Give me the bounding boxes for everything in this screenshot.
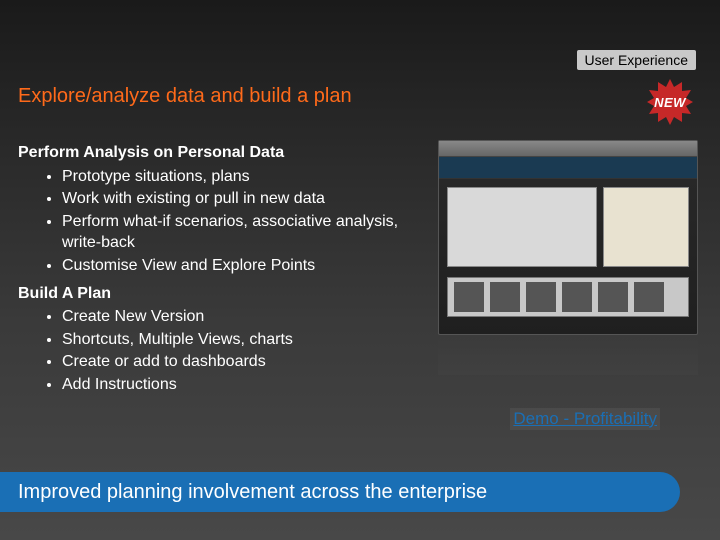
list-item: Create New Version	[62, 306, 418, 328]
list-item: Customise View and Explore Points	[62, 255, 418, 277]
list-item: Add Instructions	[62, 374, 418, 396]
analysis-list: Prototype situations, plans Work with ex…	[18, 166, 418, 277]
plan-heading: Build A Plan	[18, 283, 418, 305]
analysis-heading: Perform Analysis on Personal Data	[18, 142, 418, 164]
screenshot-titlebar	[439, 141, 697, 157]
slide-title: Explore/analyze data and build a plan	[18, 85, 352, 108]
footer-band: Improved planning involvement across the…	[0, 472, 680, 512]
screenshot-header	[439, 157, 697, 179]
screenshot-thumb	[490, 282, 520, 312]
screenshot-thumb	[562, 282, 592, 312]
list-item: Perform what-if scenarios, associative a…	[62, 211, 418, 254]
screenshot-pane-right	[603, 187, 689, 267]
list-item: Shortcuts, Multiple Views, charts	[62, 329, 418, 351]
screenshot-thumb	[454, 282, 484, 312]
list-item: Prototype situations, plans	[62, 166, 418, 188]
list-item: Work with existing or pull in new data	[62, 188, 418, 210]
demo-link[interactable]: Demo - Profitability	[510, 408, 660, 430]
new-badge: NEW	[646, 78, 694, 126]
screenshot-thumb	[634, 282, 664, 312]
footer-text: Improved planning involvement across the…	[18, 481, 487, 504]
screenshot-pane-left	[447, 187, 597, 267]
list-item: Create or add to dashboards	[62, 351, 418, 373]
screenshot-thumb	[598, 282, 628, 312]
screenshot-reflection	[438, 335, 698, 375]
app-screenshot	[438, 140, 698, 335]
category-label: User Experience	[577, 50, 697, 70]
content-body: Perform Analysis on Personal Data Protot…	[18, 140, 418, 402]
plan-list: Create New Version Shortcuts, Multiple V…	[18, 306, 418, 395]
new-badge-text: NEW	[654, 95, 686, 110]
screenshot-strip	[447, 277, 689, 317]
screenshot-thumb	[526, 282, 556, 312]
